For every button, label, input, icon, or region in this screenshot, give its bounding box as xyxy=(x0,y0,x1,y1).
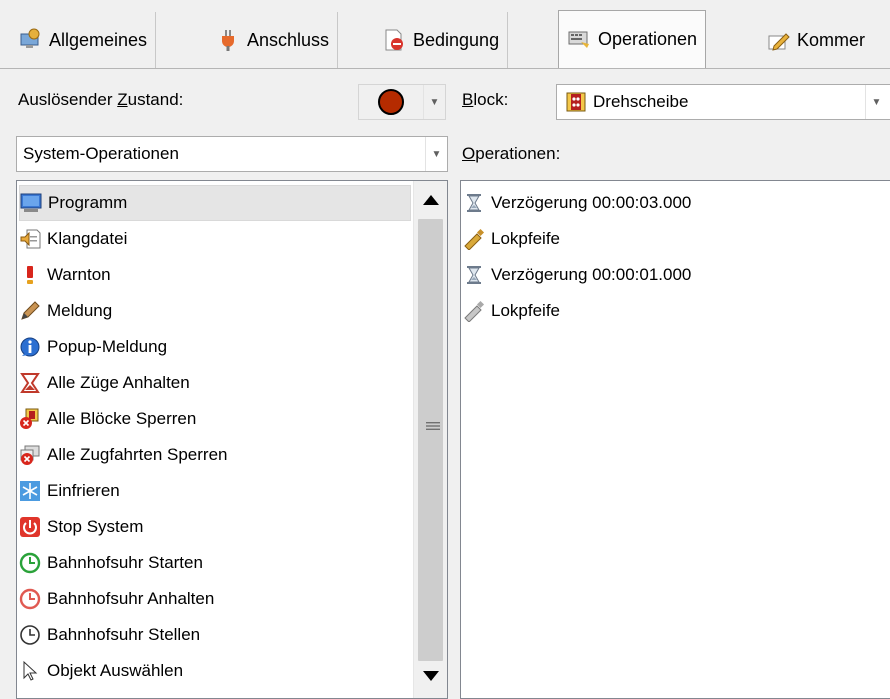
tab-kommentar[interactable]: Kommer xyxy=(758,12,873,68)
system-operations-list[interactable]: Programm Klangdatei Warnton Meldung Popup-Me… xyxy=(16,180,448,699)
system-op-item-alle-zugfahrten-sperren[interactable]: Alle Zugfahrten Sperren xyxy=(19,437,411,473)
operation-label: Lokpfeife xyxy=(491,301,560,320)
chevron-up-icon xyxy=(422,195,439,205)
pencil-icon xyxy=(19,300,41,322)
system-op-label: Bahnhofsuhr Starten xyxy=(47,553,203,572)
clock-start-icon xyxy=(19,552,41,574)
system-op-label: Stop System xyxy=(47,517,144,536)
system-op-item-meldung[interactable]: Meldung xyxy=(19,293,411,329)
clock-set-icon xyxy=(19,624,41,646)
tab-label: Operationen xyxy=(598,29,698,49)
block-label: Block: xyxy=(462,90,509,109)
category-select[interactable]: System-Operationen ▼ xyxy=(16,136,448,172)
system-op-item-bahnhofsuhr-anhalten[interactable]: Bahnhofsuhr Anhalten xyxy=(19,581,411,617)
warning-icon xyxy=(19,264,41,286)
scrollbar-thumb[interactable] xyxy=(418,219,443,661)
plug-icon xyxy=(216,28,240,52)
tab-label: Allgemeines xyxy=(49,29,148,50)
system-op-item-warnton[interactable]: Warnton xyxy=(19,257,411,293)
trigger-label: Auslösender Zustand: xyxy=(18,90,184,109)
system-op-item-popup-meldung[interactable]: Popup-Meldung xyxy=(19,329,411,365)
chevron-down-icon[interactable]: ▼ xyxy=(423,85,445,119)
tab-bedingung[interactable]: Bedingung xyxy=(374,12,509,68)
hourglass-icon xyxy=(463,264,485,286)
trigger-color-swatch xyxy=(378,89,404,115)
operations-icon xyxy=(567,28,591,52)
tab-label: Bedingung xyxy=(413,29,500,50)
operations-label: Operationen: xyxy=(462,144,561,163)
system-op-item-programm[interactable]: Programm xyxy=(19,185,411,221)
tab-anschluss[interactable]: Anschluss xyxy=(208,12,339,68)
grip-icon xyxy=(426,422,440,430)
system-op-item-stop-system[interactable]: Stop System xyxy=(19,509,411,545)
operations-list[interactable]: Verzögerung 00:00:03.000 Lokpfeife Verzöge… xyxy=(460,180,890,699)
chevron-down-icon[interactable]: ▼ xyxy=(865,85,887,119)
whistle-icon xyxy=(463,228,485,251)
system-op-item-bahnhofsuhr-starten[interactable]: Bahnhofsuhr Starten xyxy=(19,545,411,581)
cursor-icon xyxy=(19,660,41,682)
tab-operationen[interactable]: Operationen xyxy=(558,10,707,68)
snowflake-icon xyxy=(19,480,41,502)
system-op-label: Programm xyxy=(48,193,128,212)
block-lock-icon xyxy=(19,408,41,430)
operation-item[interactable]: Lokpfeife xyxy=(463,293,883,329)
system-op-label: Popup-Meldung xyxy=(47,337,168,356)
info-icon xyxy=(19,336,41,358)
sound-file-icon xyxy=(19,228,41,250)
scroll-up-button[interactable] xyxy=(414,183,447,217)
comment-icon xyxy=(766,28,790,52)
system-op-item-klangdatei[interactable]: Klangdatei xyxy=(19,221,411,257)
settings-pc-icon xyxy=(18,28,42,52)
vertical-scrollbar[interactable] xyxy=(413,181,447,698)
trigger-state-select[interactable]: ▼ xyxy=(358,84,446,120)
system-op-label: Objekt Auswählen xyxy=(47,661,184,680)
operation-label: Lokpfeife xyxy=(491,229,560,248)
tab-strip: Allgemeines Anschluss Bedingung Operatio… xyxy=(0,0,890,72)
route-lock-icon xyxy=(19,444,41,466)
block-select[interactable]: Drehscheibe ▼ xyxy=(556,84,890,120)
block-signal-icon xyxy=(565,91,587,113)
operation-label: Verzögerung 00:00:03.000 xyxy=(491,193,692,212)
system-op-item-einfrieren[interactable]: Einfrieren xyxy=(19,473,411,509)
system-op-label: Einfrieren xyxy=(47,481,120,500)
whistle-gray-icon xyxy=(463,300,485,323)
block-value: Drehscheibe xyxy=(593,92,689,111)
system-op-label: Klangdatei xyxy=(47,229,128,248)
operation-item[interactable]: Lokpfeife xyxy=(463,221,883,257)
tab-allgemeines[interactable]: Allgemeines xyxy=(10,12,157,68)
condition-icon xyxy=(382,28,406,52)
system-op-label: Alle Züge Anhalten xyxy=(47,373,190,392)
tab-strip-divider xyxy=(0,68,890,69)
system-op-label: Bahnhofsuhr Anhalten xyxy=(47,589,215,608)
system-op-item-objekt-auswählen[interactable]: Objekt Auswählen xyxy=(19,653,411,689)
chevron-down-icon[interactable]: ▼ xyxy=(425,137,447,171)
operation-item[interactable]: Verzögerung 00:00:01.000 xyxy=(463,257,883,293)
system-op-item-alle-blöcke-sperren[interactable]: Alle Blöcke Sperren xyxy=(19,401,411,437)
system-op-item-bahnhofsuhr-stellen[interactable]: Bahnhofsuhr Stellen xyxy=(19,617,411,653)
system-op-item-alle-züge-anhalten[interactable]: Alle Züge Anhalten xyxy=(19,365,411,401)
system-op-label: Meldung xyxy=(47,301,113,320)
clock-stop-icon xyxy=(19,588,41,610)
scroll-down-button[interactable] xyxy=(414,659,447,693)
operation-label: Verzögerung 00:00:01.000 xyxy=(491,265,692,284)
chevron-down-icon xyxy=(422,671,439,681)
system-op-label: Bahnhofsuhr Stellen xyxy=(47,625,201,644)
program-icon xyxy=(20,192,42,214)
system-op-label: Alle Zugfahrten Sperren xyxy=(47,445,228,464)
power-stop-icon xyxy=(19,516,41,538)
system-op-label: Warnton xyxy=(47,265,111,284)
operation-item[interactable]: Verzögerung 00:00:03.000 xyxy=(463,185,883,221)
category-value: System-Operationen xyxy=(23,144,179,163)
hourglass-stop-icon xyxy=(19,372,41,394)
system-op-label: Alle Blöcke Sperren xyxy=(47,409,197,428)
hourglass-icon xyxy=(463,192,485,214)
tab-label: Kommer xyxy=(797,29,866,50)
tab-label: Anschluss xyxy=(247,29,330,50)
